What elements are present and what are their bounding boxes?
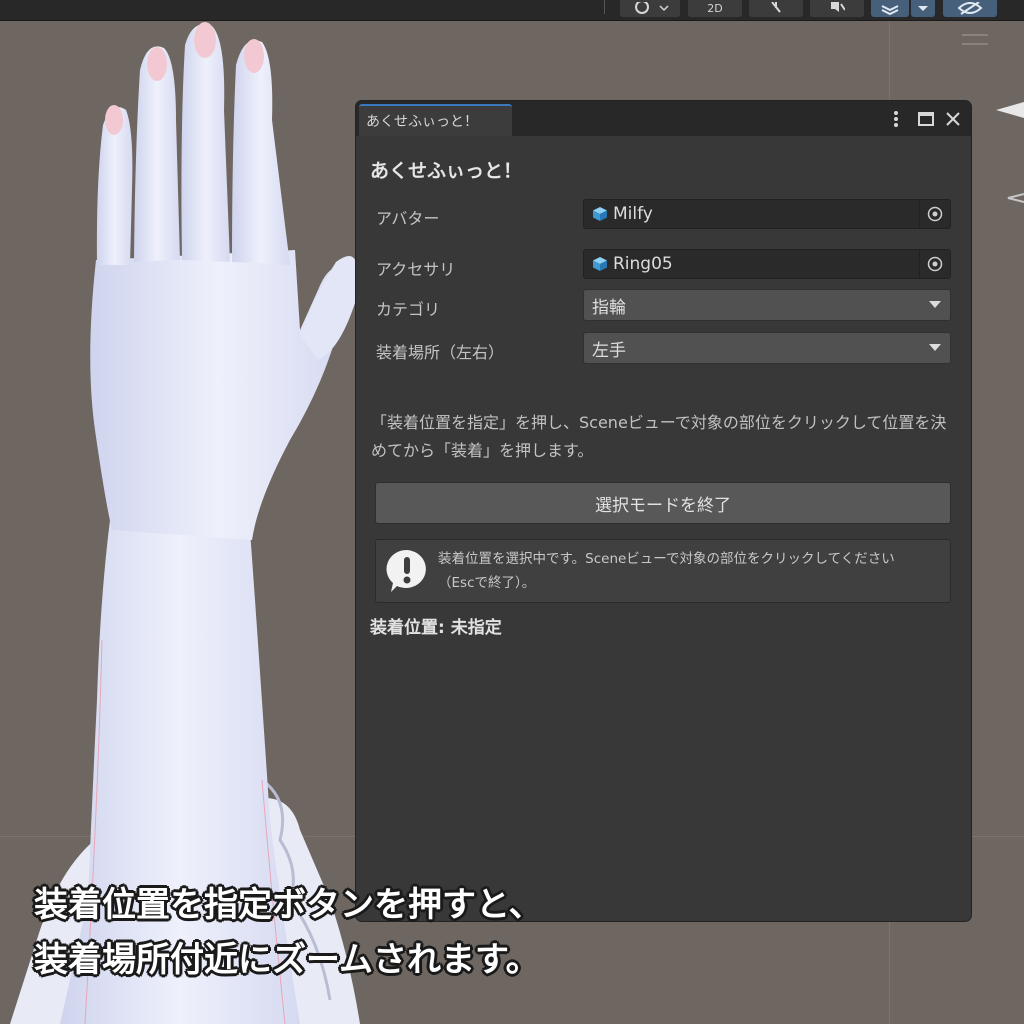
helpbox-line-1: 装着位置を選択中です。Sceneビューで対象の部位をクリックしてください bbox=[438, 551, 895, 567]
caption-line-1: 装着位置を指定ボタンを押すと、 bbox=[34, 885, 543, 925]
maximize-button[interactable] bbox=[915, 108, 937, 130]
category-value: 指輪 bbox=[592, 297, 626, 318]
shading-mode-button[interactable] bbox=[620, 0, 680, 17]
layers-icon bbox=[881, 4, 899, 15]
close-button[interactable] bbox=[942, 108, 964, 130]
shading-sphere-icon bbox=[635, 1, 669, 14]
orientation-gizmo[interactable] bbox=[994, 90, 1024, 230]
avatar-picker-button[interactable] bbox=[919, 200, 950, 228]
window-tab-bar: あくせふぃっと！ bbox=[356, 101, 971, 136]
tutorial-caption: 装着位置を指定ボタンを押すと、 装着場所付近にズームされます。 bbox=[34, 878, 543, 988]
light-icon bbox=[771, 1, 781, 13]
mute-icon bbox=[831, 1, 845, 12]
accessory-picker-button[interactable] bbox=[919, 250, 950, 278]
audio-toggle[interactable] bbox=[810, 0, 864, 17]
kebab-menu-icon bbox=[894, 111, 898, 127]
accessory-object-field[interactable]: Ring05 bbox=[583, 249, 951, 279]
window-tab[interactable]: あくせふぃっと！ bbox=[359, 104, 512, 136]
accessory-value: Ring05 bbox=[613, 254, 673, 274]
exit-selection-mode-label: 選択モードを終了 bbox=[595, 495, 731, 516]
caption-line-2: 装着場所付近にズームされます。 bbox=[34, 940, 540, 980]
scene-visibility-toggle[interactable] bbox=[943, 0, 997, 17]
helpbox-line-2: （Escで終了）。 bbox=[438, 575, 536, 591]
prefab-cube-icon bbox=[593, 207, 607, 221]
attach-position-status: 装着位置: 未指定 bbox=[370, 618, 502, 638]
prefab-cube-icon bbox=[593, 257, 607, 271]
window-content: あくせふぃっと！ アバター Milfy アクセサリ Ring05 カテゴリ 指輪… bbox=[356, 136, 971, 921]
more-options-button[interactable] bbox=[885, 108, 907, 130]
avatar-object-field[interactable]: Milfy bbox=[583, 199, 951, 229]
side-dropdown[interactable]: 左手 bbox=[583, 332, 951, 364]
category-dropdown[interactable]: 指輪 bbox=[583, 289, 951, 321]
effects-toggle[interactable] bbox=[871, 0, 909, 17]
accessory-label: アクセサリ bbox=[376, 260, 456, 279]
window-tab-label: あくせふぃっと！ bbox=[366, 114, 478, 130]
lighting-toggle[interactable] bbox=[749, 0, 803, 17]
chevron-down-icon bbox=[918, 5, 928, 11]
close-icon bbox=[946, 112, 960, 126]
instructions-text: 「装着位置を指定」を押し、Sceneビューで対象の部位をクリックして位置を決めて… bbox=[371, 413, 947, 460]
mode-2d-label: 2D bbox=[707, 2, 723, 15]
mode-2d-toggle[interactable]: 2D bbox=[688, 0, 742, 17]
chevron-down-icon bbox=[929, 301, 941, 308]
drag-handle-icon[interactable] bbox=[962, 34, 988, 45]
object-picker-icon bbox=[927, 206, 943, 222]
helpbox-message: 装着位置を選択中です。Sceneビューで対象の部位をクリックしてください （Es… bbox=[438, 547, 943, 595]
accefit-window: あくせふぃっと！ あくせふぃっと！ アバター Milfy アクセサリ Ring0… bbox=[356, 101, 971, 921]
selection-helpbox: 装着位置を選択中です。Sceneビューで対象の部位をクリックしてください （Es… bbox=[375, 539, 951, 603]
gizmo-axis-cone[interactable] bbox=[1007, 193, 1024, 203]
chevron-down-icon bbox=[929, 344, 941, 351]
maximize-icon bbox=[918, 112, 934, 126]
window-heading: あくせふぃっと！ bbox=[370, 160, 523, 182]
warning-speech-icon bbox=[386, 549, 426, 592]
avatar-label: アバター bbox=[376, 209, 440, 228]
side-label: 装着場所（左右） bbox=[376, 343, 505, 362]
effects-dropdown[interactable] bbox=[911, 0, 935, 17]
avatar-hand-model[interactable] bbox=[0, 0, 400, 1024]
side-value: 左手 bbox=[592, 340, 626, 361]
object-picker-icon bbox=[927, 256, 943, 272]
avatar-value: Milfy bbox=[613, 204, 653, 224]
scene-toolbar: 2D bbox=[0, 0, 1024, 45]
gizmo-axis-cone[interactable] bbox=[996, 102, 1024, 118]
toolbar-separator bbox=[604, 0, 605, 14]
eye-icon bbox=[957, 1, 983, 15]
exit-selection-mode-button[interactable]: 選択モードを終了 bbox=[375, 482, 951, 524]
category-label: カテゴリ bbox=[376, 300, 441, 319]
